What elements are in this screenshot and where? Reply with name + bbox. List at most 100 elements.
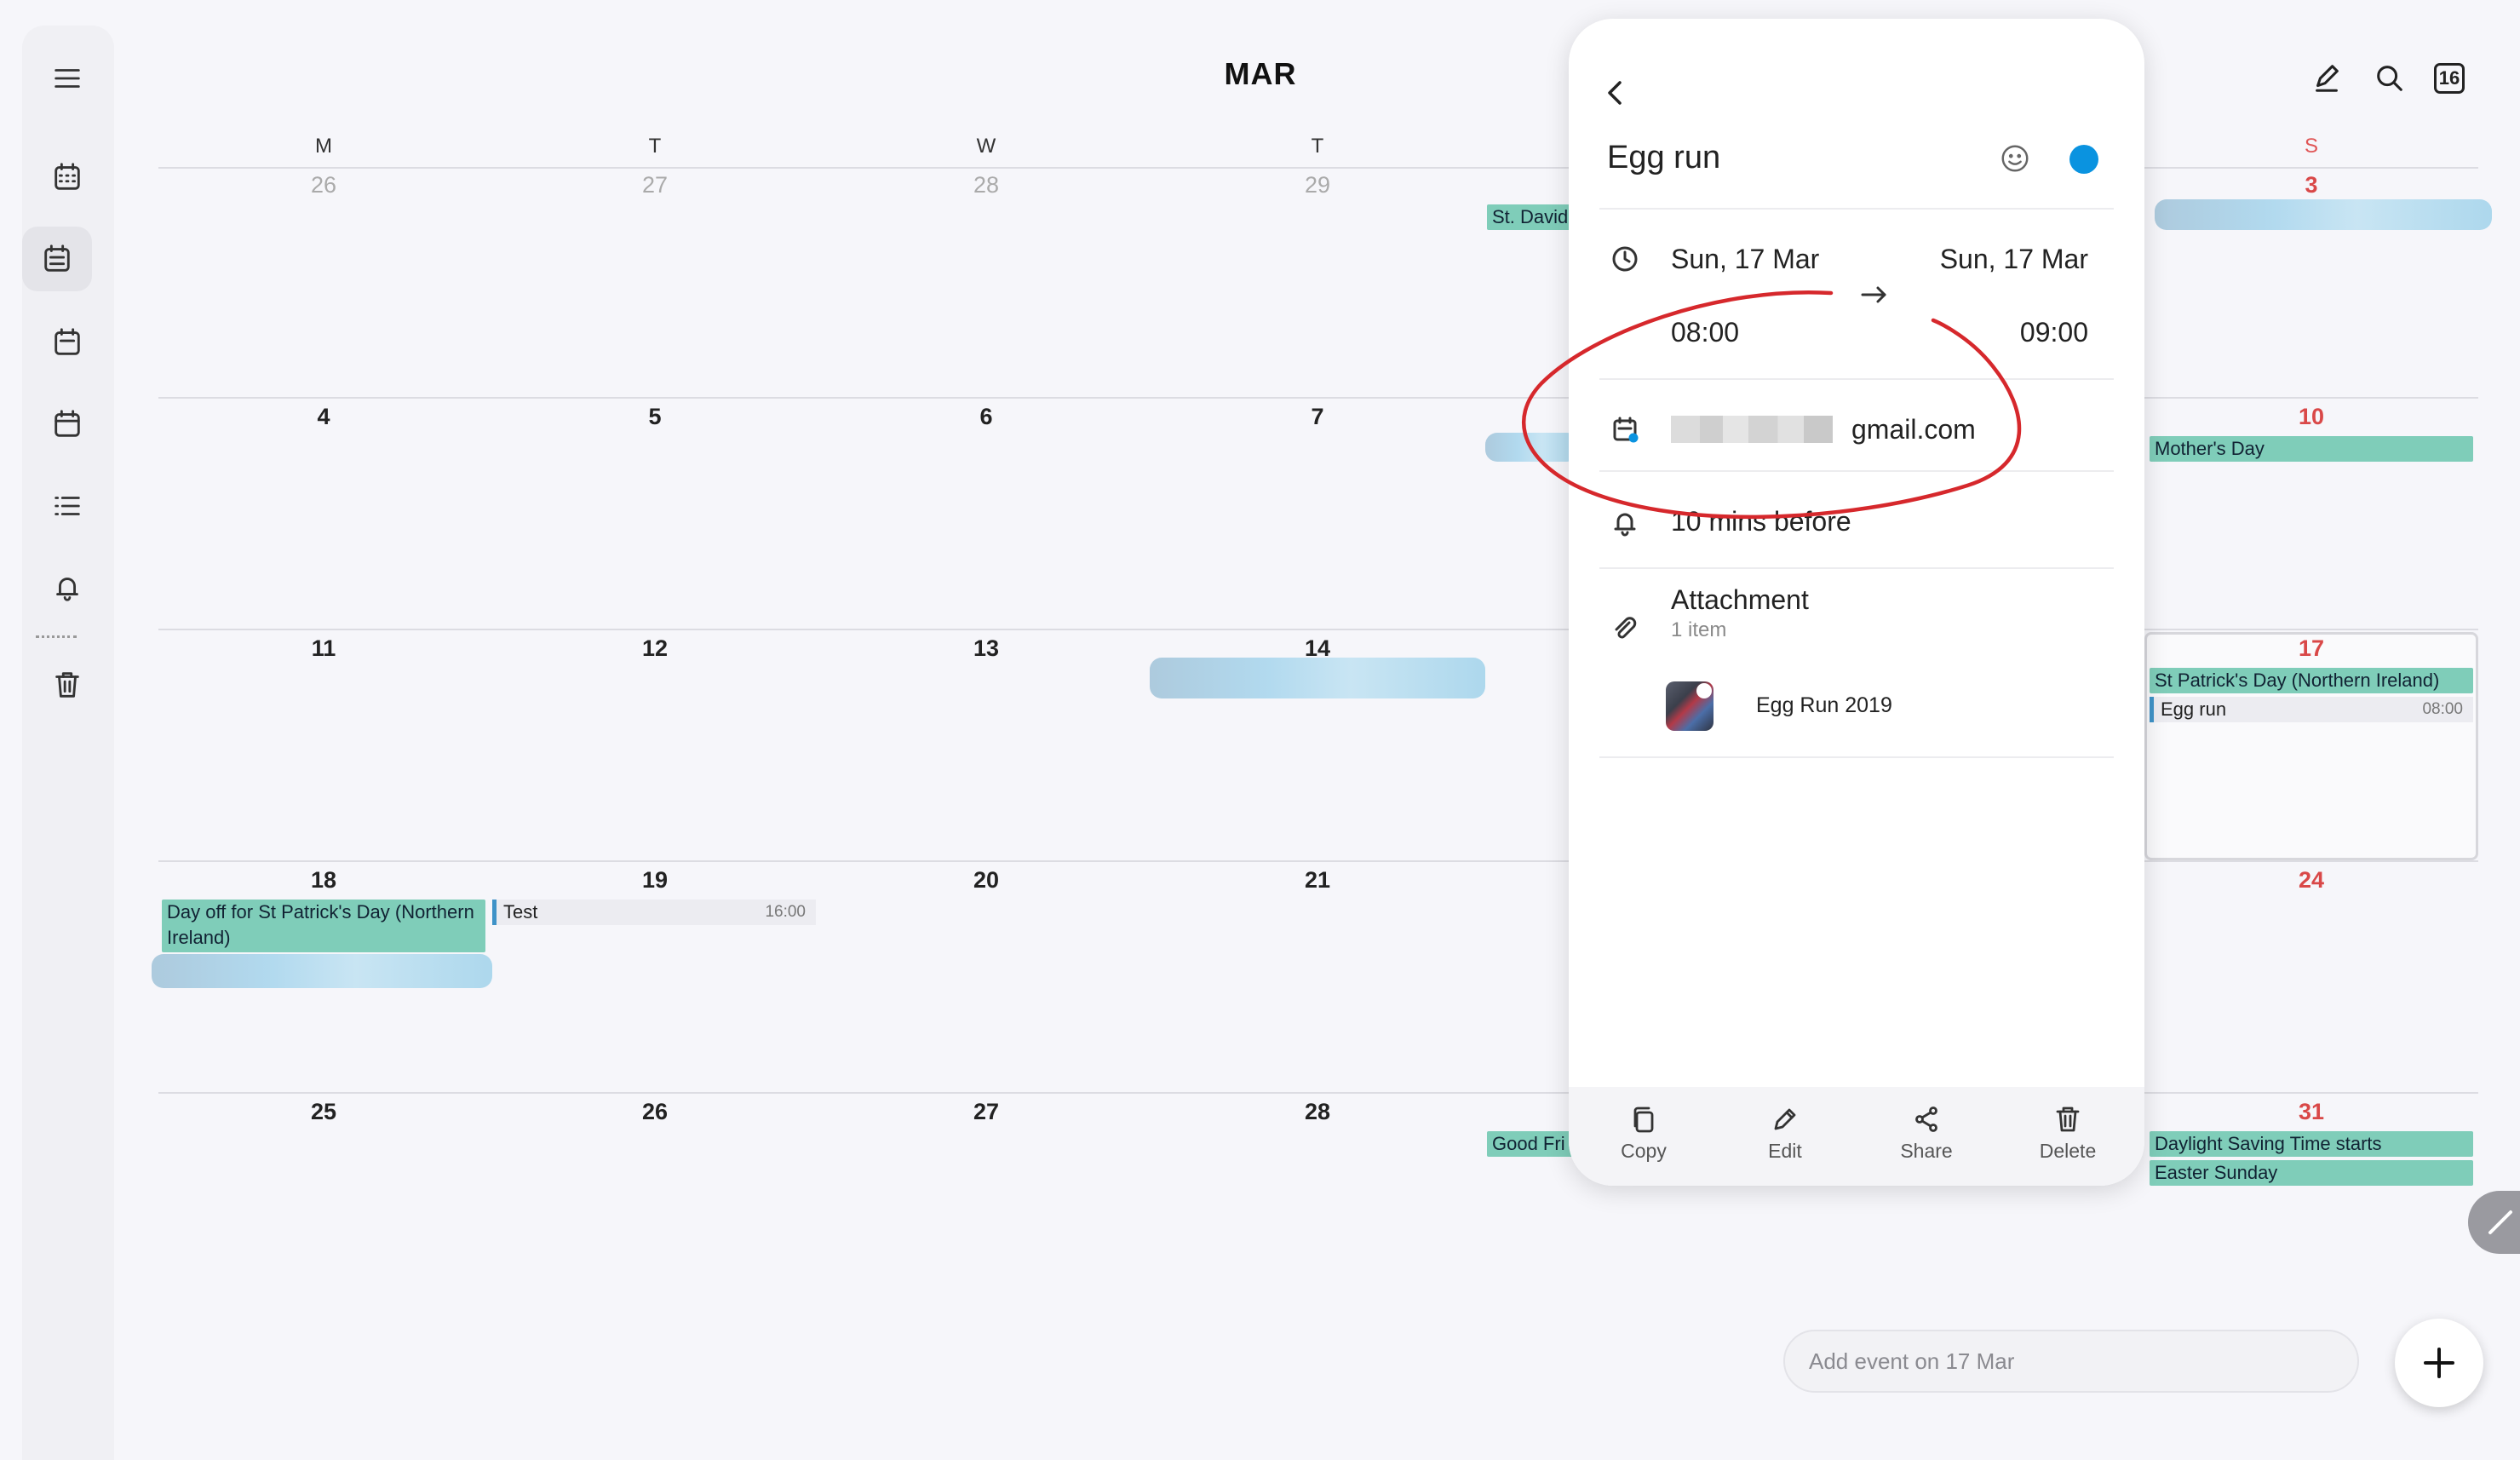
end-time[interactable]: 09:00: [2020, 317, 2088, 348]
weekday-label: T: [1311, 135, 1324, 158]
weekday-label: T: [648, 135, 662, 158]
date-cell[interactable]: 26: [621, 1099, 689, 1125]
divider: [1599, 378, 2114, 380]
date-cell[interactable]: 7: [1283, 404, 1352, 430]
copy-label: Copy: [1621, 1140, 1667, 1162]
date-cell[interactable]: 3: [2277, 172, 2345, 198]
event-title: Test: [503, 901, 538, 923]
date-cell[interactable]: 18: [290, 867, 358, 894]
timed-event[interactable]: Test 16:00: [492, 900, 816, 925]
calendar-account-icon-wrap: [1608, 412, 1642, 446]
today-button[interactable]: 16: [2427, 56, 2471, 101]
weekday-label: M: [315, 135, 332, 158]
share-label: Share: [1900, 1140, 1953, 1162]
emoji-button[interactable]: [1995, 138, 2035, 179]
delete-icon: [2056, 1106, 2080, 1132]
holiday-event[interactable]: Easter Sunday: [2150, 1160, 2473, 1186]
event-title: Egg run: [1607, 140, 1721, 175]
timed-event[interactable]: Egg run 08:00: [2150, 697, 2473, 722]
list-view-button[interactable]: [32, 474, 102, 538]
event-time: 16:00: [765, 903, 806, 921]
date-cell[interactable]: 10: [2277, 404, 2345, 430]
date-cell[interactable]: 27: [621, 172, 689, 198]
holiday-event[interactable]: Day off for St Patrick's Day (Northern I…: [162, 900, 485, 952]
holiday-event[interactable]: St. David: [1487, 204, 1581, 230]
reminder[interactable]: 10 mins before: [1671, 506, 1851, 537]
start-date[interactable]: Sun, 17 Mar: [1671, 244, 1819, 275]
share-button[interactable]: Share: [1875, 1104, 1978, 1163]
date-cell[interactable]: 13: [952, 635, 1020, 662]
account-email: gmail.com: [1851, 414, 1976, 445]
date-cell[interactable]: 27: [952, 1099, 1020, 1125]
weekday-label: W: [976, 135, 996, 158]
pen-icon: [2316, 65, 2339, 92]
holiday-event[interactable]: Mother's Day: [2150, 436, 2473, 462]
trash-button[interactable]: [32, 652, 102, 717]
date-cell[interactable]: 20: [952, 867, 1020, 894]
week-view-button[interactable]: [32, 310, 102, 375]
event-color-dot[interactable]: [2069, 145, 2098, 174]
date-cell[interactable]: 29: [1283, 172, 1352, 198]
event-detail-panel: Egg run Sun, 17 Mar Sun, 17 Mar 08:00 09…: [1569, 19, 2144, 1186]
floating-pen-button[interactable]: [2468, 1191, 2520, 1254]
paperclip-icon: [1615, 617, 1637, 639]
divider: [1599, 208, 2114, 210]
day-view-button[interactable]: [32, 392, 102, 457]
date-cell[interactable]: 28: [952, 172, 1020, 198]
selected-day-cell[interactable]: [2144, 632, 2478, 860]
search-icon: [2377, 66, 2402, 91]
copy-button[interactable]: Copy: [1593, 1104, 1695, 1163]
date-cell[interactable]: 5: [621, 404, 689, 430]
back-button[interactable]: [1593, 70, 1639, 116]
date-cell[interactable]: 17: [2277, 635, 2345, 662]
share-icon: [1915, 1106, 1937, 1132]
holiday-event[interactable]: Good Fri: [1487, 1131, 1581, 1157]
arrow-right-icon-wrap: [1857, 278, 1891, 312]
date-cell[interactable]: 12: [621, 635, 689, 662]
delete-button[interactable]: Delete: [2017, 1104, 2119, 1163]
redacted-event: [1150, 658, 1485, 698]
redacted-account: [1671, 416, 1833, 443]
bell-icon: [56, 578, 78, 601]
menu-button[interactable]: [32, 46, 102, 111]
reminders-button[interactable]: [32, 555, 102, 620]
holiday-event[interactable]: Daylight Saving Time starts: [2150, 1131, 2473, 1157]
date-cell[interactable]: 6: [952, 404, 1020, 430]
calendar-account-icon: [1613, 417, 1639, 443]
date-cell[interactable]: 28: [1283, 1099, 1352, 1125]
holiday-event[interactable]: St Patrick's Day (Northern Ireland): [2150, 668, 2473, 693]
menu-icon: [55, 69, 80, 88]
month-view-button[interactable]: [22, 227, 92, 291]
date-cell[interactable]: 25: [290, 1099, 358, 1125]
redacted-event: [1485, 433, 1579, 462]
date-cell[interactable]: 26: [290, 172, 358, 198]
trash-icon: [55, 672, 79, 698]
back-icon: [1608, 81, 1622, 105]
year-view-button[interactable]: [32, 145, 102, 210]
end-date[interactable]: Sun, 17 Mar: [1940, 244, 2088, 275]
calendar-day-icon: [55, 410, 80, 437]
event-title: Egg run: [2161, 698, 2227, 720]
date-cell[interactable]: 4: [290, 404, 358, 430]
divider: [1599, 756, 2114, 758]
date-cell[interactable]: 21: [1283, 867, 1352, 894]
bell-icon-wrap: [1608, 506, 1642, 540]
attachment-thumbnail[interactable]: [1666, 681, 1713, 731]
add-event-button[interactable]: [2395, 1319, 2483, 1407]
calendar-year-icon: [55, 163, 80, 190]
edit-mode-button[interactable]: [2305, 56, 2349, 101]
edit-button[interactable]: Edit: [1734, 1104, 1836, 1163]
arrow-right-icon: [1861, 286, 1886, 303]
date-cell[interactable]: 31: [2277, 1099, 2345, 1125]
date-cell[interactable]: 11: [290, 635, 358, 662]
start-time[interactable]: 08:00: [1671, 317, 1739, 348]
divider: [1599, 567, 2114, 569]
date-cell[interactable]: 24: [2277, 867, 2345, 894]
redacted-event: [2155, 199, 2492, 230]
date-cell[interactable]: 19: [621, 867, 689, 894]
add-event-input[interactable]: Add event on 17 Mar: [1783, 1330, 2359, 1393]
list-icon: [55, 497, 80, 515]
attachment-overlay: [1696, 683, 1712, 698]
attachment-name[interactable]: Egg Run 2019: [1756, 693, 1892, 718]
search-button[interactable]: [2368, 56, 2412, 101]
